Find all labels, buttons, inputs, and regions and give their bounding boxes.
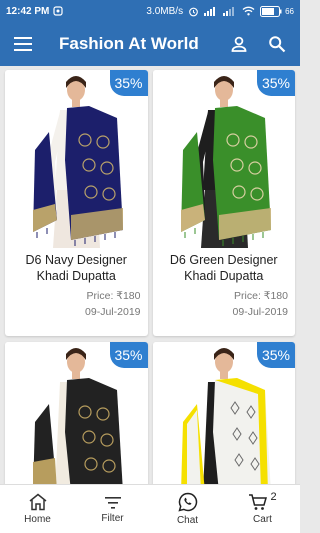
product-card[interactable]: 35% <box>5 70 148 336</box>
account-icon <box>231 36 247 52</box>
home-icon <box>29 493 46 511</box>
product-date: 09-Jul-2019 <box>85 306 141 318</box>
wifi-icon <box>242 6 255 16</box>
whatsapp-icon <box>177 492 197 512</box>
product-card[interactable]: 35% <box>152 342 295 484</box>
cart-count-badge: 2 <box>270 491 277 503</box>
status-time: 12:42 PM <box>6 5 50 17</box>
network-speed: 3.0MB/s <box>146 5 184 17</box>
nav-home[interactable]: Home <box>0 485 75 533</box>
product-title: D6 Green Designer Khadi Dupatta <box>169 253 278 283</box>
product-date: 09-Jul-2019 <box>232 306 288 318</box>
nav-cart[interactable]: 2 Cart <box>225 485 300 533</box>
app-title: Fashion At World <box>59 34 199 53</box>
product-price: Price: ₹180 <box>86 290 141 302</box>
discount-badge: 35% <box>109 70 148 96</box>
discount-badge: 35% <box>257 70 295 96</box>
search-button[interactable] <box>258 22 296 66</box>
nav-filter-label: Filter <box>101 513 124 524</box>
product-card[interactable]: 35% <box>5 342 148 484</box>
nav-cart-label: Cart <box>253 514 272 525</box>
product-card[interactable]: 35% <box>152 70 295 336</box>
product-image <box>152 70 295 250</box>
notification-icon <box>53 6 63 16</box>
nav-chat[interactable]: Chat <box>150 485 225 533</box>
product-title: D6 Navy Designer Khadi Dupatta <box>25 253 127 283</box>
menu-button[interactable] <box>3 22 43 66</box>
app-bar: Fashion At World <box>0 22 300 66</box>
search-icon <box>269 36 286 53</box>
signal-icon <box>204 6 218 16</box>
product-price: Price: ₹180 <box>234 290 288 302</box>
status-bar: 12:42 PM 3.0MB/s 66 <box>0 0 300 22</box>
battery-level: 66 <box>285 6 294 16</box>
signal-icon-2 <box>223 6 237 16</box>
product-image <box>5 70 148 250</box>
bottom-nav: Home Filter Chat 2 Cart <box>0 484 300 533</box>
product-grid: 35% D6 Navy Designer Khadi Dupatta Price… <box>0 66 300 484</box>
cart-icon <box>249 494 268 510</box>
discount-badge: 35% <box>109 342 148 368</box>
battery-icon <box>260 5 282 17</box>
filter-icon <box>104 497 121 509</box>
alarm-icon <box>188 6 199 17</box>
discount-badge: 35% <box>257 342 295 368</box>
nav-chat-label: Chat <box>176 515 199 526</box>
menu-icon <box>14 37 32 51</box>
nav-filter[interactable]: Filter <box>75 485 150 533</box>
account-button[interactable] <box>220 22 258 66</box>
nav-home-label: Home <box>24 514 51 525</box>
